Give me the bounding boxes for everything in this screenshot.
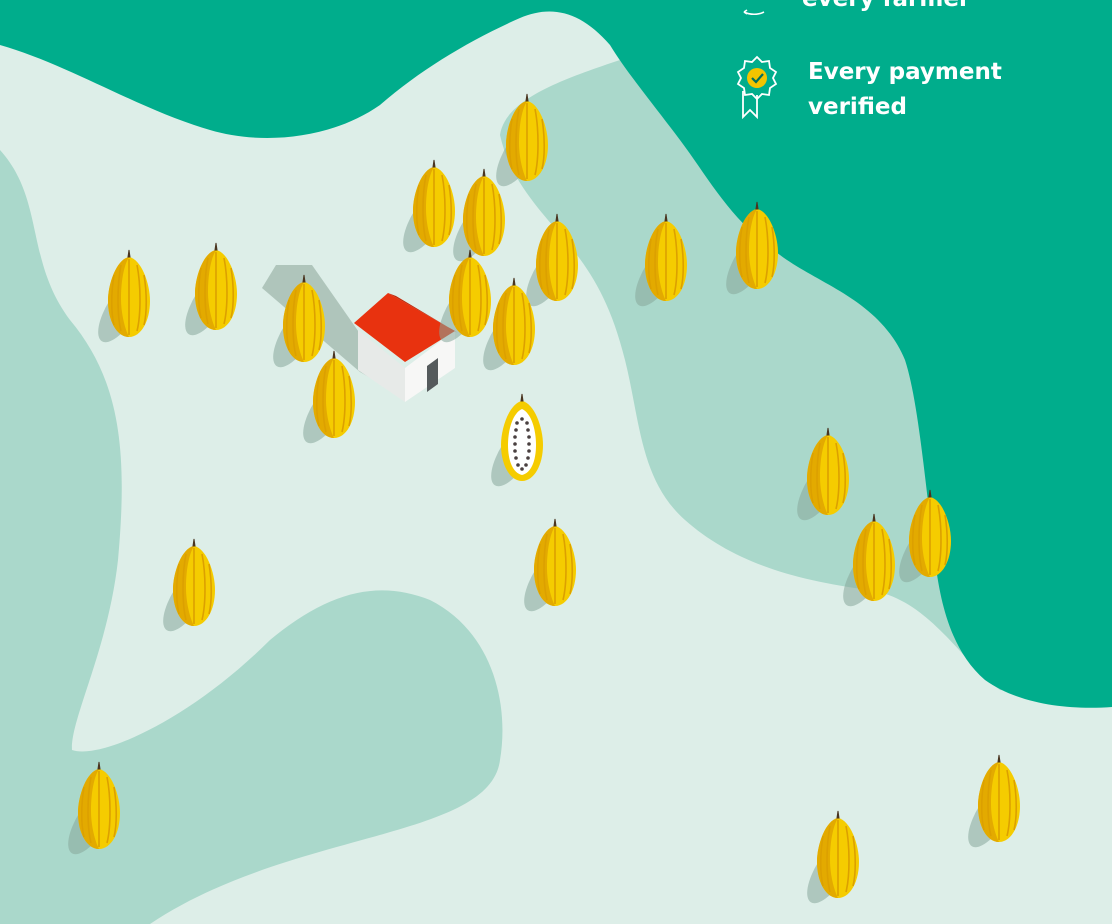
verified-badge-icon: [736, 55, 778, 119]
feature-every-farmer: every farmer: [730, 0, 1022, 46]
feature-text: Every payment verified: [808, 59, 1002, 120]
cocoa-farm-illustration: [0, 0, 1112, 924]
farmers-icon: [743, 9, 765, 16]
feature-payment-verified: Every payment verified: [736, 55, 1028, 125]
feature-text: every farmer: [802, 0, 1022, 17]
